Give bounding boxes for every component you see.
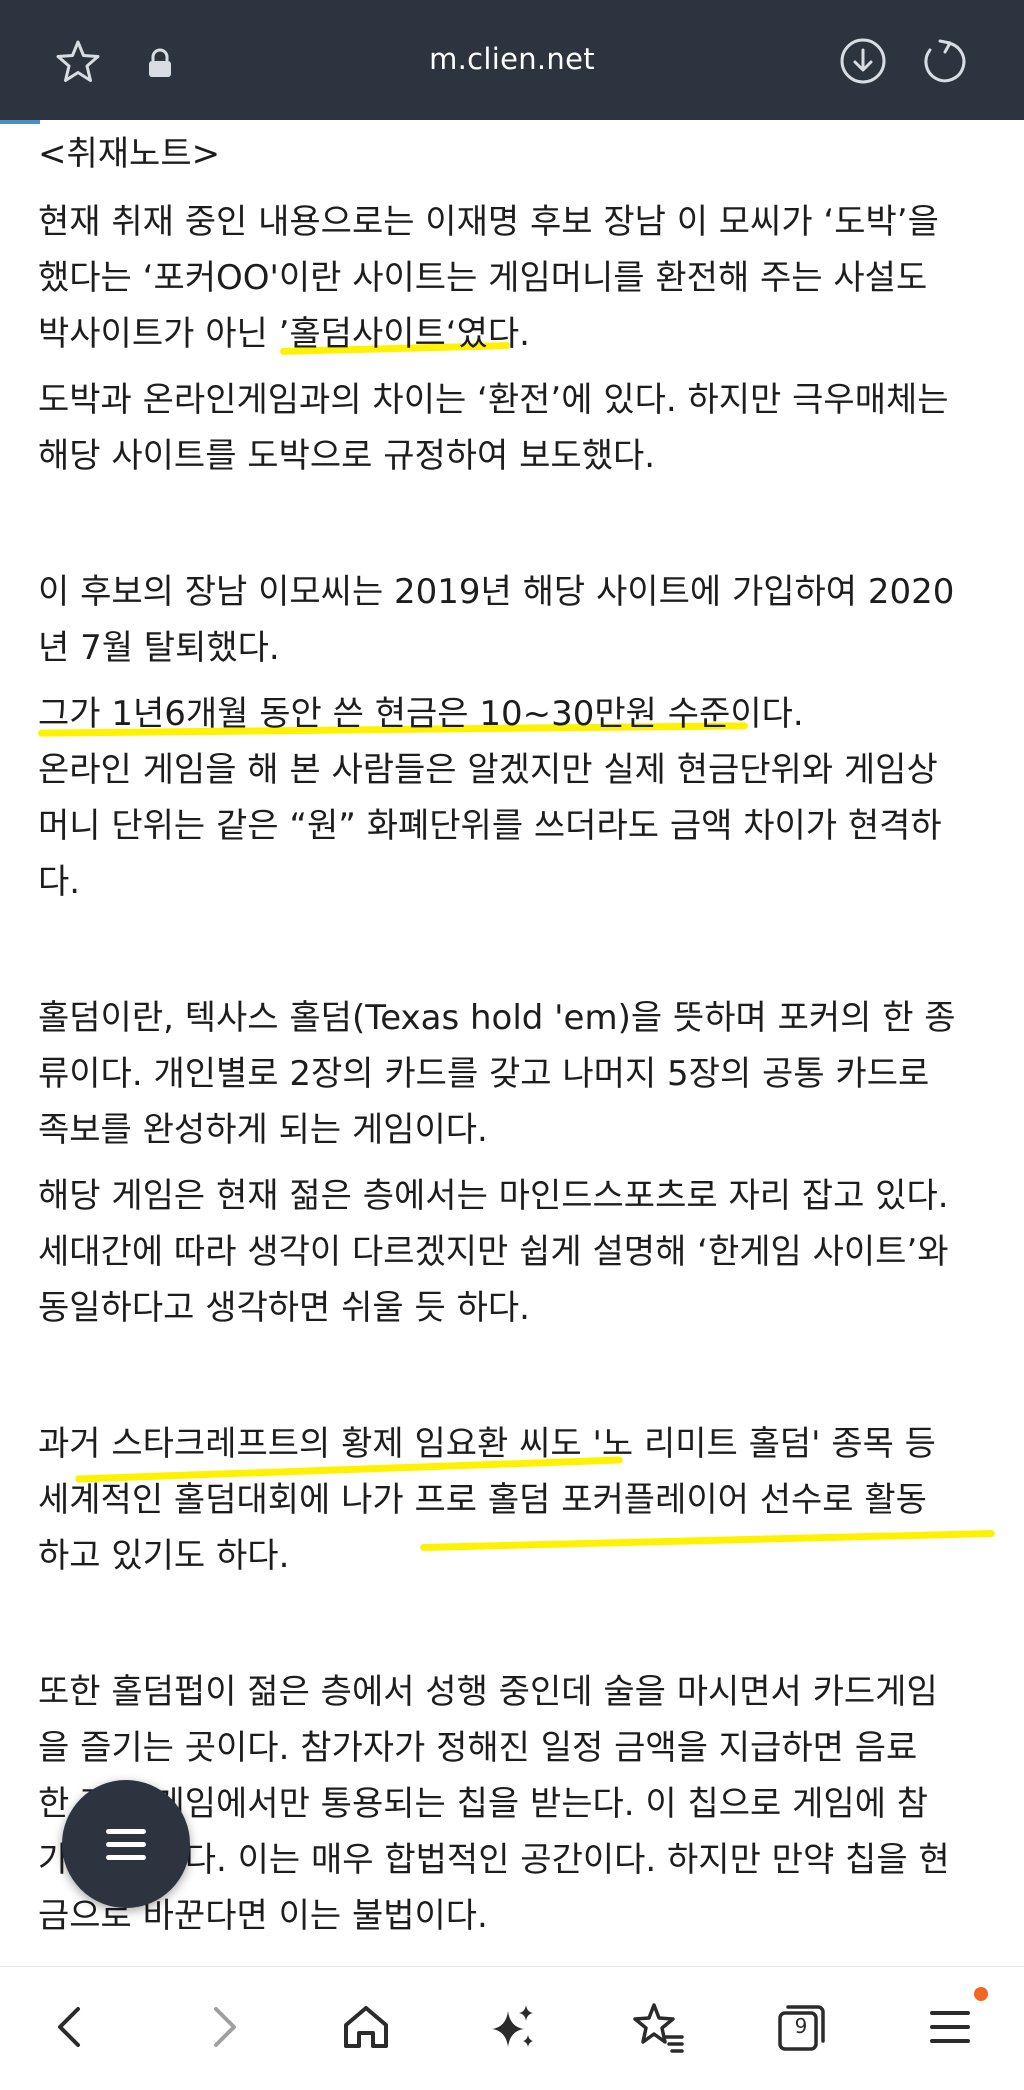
- article-line: 또한 홀덤펍이 젊은 층에서 성행 중인데 술을 마시면서 카드게임: [38, 1672, 938, 1712]
- browser-bottom-nav: 9: [0, 1966, 1024, 2090]
- article-line: 세대간에 따라 생각이 다르겠지만 쉽게 설명해 ‘한게임 사이트’와: [38, 1232, 949, 1272]
- floating-menu-button[interactable]: [62, 1780, 190, 1908]
- article-line: 다.: [38, 862, 81, 902]
- reload-icon[interactable]: [918, 36, 968, 86]
- article-line: 그가 1년6개월 동안 쓴 현금은 10~30만원 수준이다.: [38, 694, 804, 734]
- article-line: 머니 단위는 같은 “원” 화폐단위를 쓰더라도 금액 차이가 현격하: [38, 806, 942, 846]
- article-line: 족보를 완성하게 되는 게임이다.: [38, 1110, 488, 1150]
- article-line: 홀덤이란, 텍사스 홀덤(Texas hold 'em)을 뜻하며 포커의 한 …: [38, 998, 956, 1038]
- article-line: 을 즐기는 곳이다. 참가자가 정해진 일정 금액을 지급하면 음료: [38, 1728, 918, 1768]
- menu-icon: [106, 1829, 146, 1834]
- article-line: 년 7월 탈퇴했다.: [38, 628, 280, 668]
- article-line: 세계적인 홀덤대회에 나가 프로 홀덤 포커플레이어 선수로 활동: [38, 1480, 927, 1520]
- article-line: 해당 게임은 현재 젊은 층에서는 마인드스포츠로 자리 잡고 있다.: [38, 1176, 949, 1216]
- article-line: 해당 사이트를 도박으로 규정하여 보도했다.: [38, 436, 656, 476]
- highlight-mark: [420, 1529, 995, 1552]
- article-line: 현재 취재 중인 내용으로는 이재명 후보 장남 이 모씨가 ‘도박’을: [38, 202, 939, 242]
- tabs-count: 9: [794, 2014, 808, 2038]
- browser-top-bar: m.clien.net: [0, 0, 1024, 120]
- download-icon[interactable]: [838, 36, 888, 86]
- article-line: 이 후보의 장남 이모씨는 2019년 해당 사이트에 가입하여 2020: [38, 572, 955, 612]
- article-line: 도박과 온라인게임과의 차이는 ‘환전’에 있다. 하지만 극우매체는: [38, 380, 949, 420]
- article-line: 류이다. 개인별로 2장의 카드를 갖고 나머지 5장의 공통 카드로: [38, 1054, 930, 1094]
- article-line: 동일하다고 생각하면 쉬울 듯 하다.: [38, 1288, 530, 1328]
- sparkle-icon[interactable]: [480, 1995, 544, 2059]
- menu-icon-bar: [106, 1855, 146, 1860]
- menu-icon[interactable]: [918, 1995, 982, 2059]
- home-icon[interactable]: [334, 1995, 398, 2059]
- forward-icon[interactable]: [190, 1995, 254, 2059]
- article-line: 온라인 게임을 해 본 사람들은 알겠지만 실제 현금단위와 게임상: [38, 750, 938, 790]
- article-line: 했다는 ‘포커OO'이란 사이트는 게임머니를 환전해 주는 사설도: [38, 258, 928, 298]
- menu-icon-bar: [106, 1842, 146, 1847]
- article-line: 하고 있기도 하다.: [38, 1536, 290, 1576]
- article-line: 과거 스타크레프트의 황제 임요환 씨도 '노 리미트 홀덤' 종목 등: [38, 1424, 936, 1464]
- notification-dot: [974, 1987, 988, 2001]
- back-icon[interactable]: [40, 1995, 104, 2059]
- article-content: <취재노트> 현재 취재 중인 내용으로는 이재명 후보 장남 이 모씨가 ‘도…: [0, 124, 1024, 1966]
- article-line: <취재노트>: [38, 134, 221, 174]
- bookmark-star-icon[interactable]: [626, 1995, 690, 2059]
- article-line: 박사이트가 아닌 ’홀덤사이트‘였다.: [38, 314, 530, 354]
